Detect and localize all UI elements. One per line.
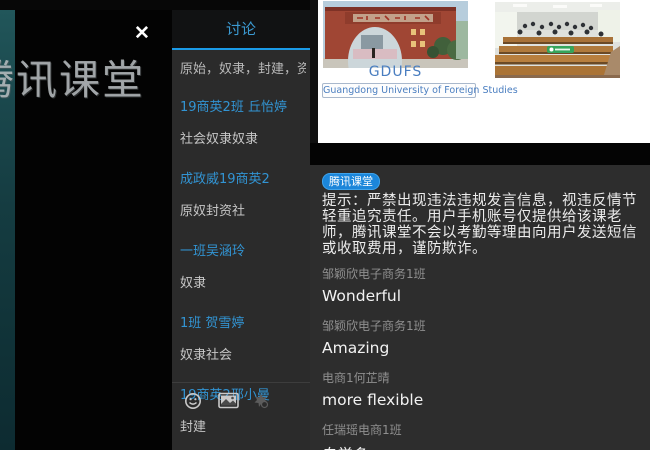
university-name-box: Guangdong University of Foreign Studies: [322, 83, 476, 98]
truncated-message: 原始，奴隶，封建，资本，: [180, 58, 306, 77]
flower-icon: [252, 392, 272, 410]
message-username: 19商英2班 丘怡婷: [180, 96, 310, 115]
chat-feed[interactable]: 腾讯课堂 提示：严禁出现违法违规发言信息，视违反情节轻重追究责任。用户手机账号仅…: [310, 165, 650, 450]
region-divider: [310, 0, 318, 143]
discussion-message: 成政威19商英2 原奴封资社: [180, 168, 310, 219]
system-badge: 腾讯课堂: [322, 173, 380, 190]
emoji-icon[interactable]: [184, 392, 204, 410]
shared-slide: GDUFS Guangdong University of Foreign St…: [318, 0, 650, 143]
close-icon[interactable]: ✕: [131, 23, 153, 45]
discussion-message: 19商英2班 丘怡婷 社会奴隶奴隶: [180, 96, 310, 147]
chat-message: 邹颖欣电子商务1班 Wonderful: [322, 265, 640, 305]
slide-title: GDUFS: [323, 64, 468, 80]
chat-text: Wonderful: [322, 287, 640, 305]
top-bar: [0, 0, 310, 10]
watermark-text: 腾讯课堂: [0, 46, 145, 106]
message-text: 封建: [180, 416, 310, 435]
chat-text: Amazing: [322, 339, 640, 357]
photo-watermark: [547, 46, 574, 53]
message-text: 奴隶: [180, 272, 310, 291]
message-username: 一班吴涵玲: [180, 240, 310, 259]
university-gate-image: [323, 1, 468, 68]
chat-message: 邹颖欣电子商务1班 Amazing: [322, 317, 640, 357]
message-toolbar: [172, 382, 310, 410]
chat-text: more flexible: [322, 391, 640, 409]
message-text: 奴隶社会: [180, 344, 310, 363]
image-icon[interactable]: [218, 392, 238, 410]
discussion-message: 一班吴涵玲 奴隶: [180, 240, 310, 291]
chat-username: 邹颖欣电子商务1班: [322, 317, 640, 334]
discussion-message: 1班 贺雪婷 奴隶社会: [180, 312, 310, 363]
message-username: 1班 贺雪婷: [180, 312, 310, 331]
chat-message: 电商1何芷晴 more flexible: [322, 369, 640, 409]
system-notice: 提示：严禁出现违法违规发言信息，视违反情节轻重追究责任。用户手机账号仅提供给该课…: [322, 193, 644, 257]
tab-discussion[interactable]: 讨论: [172, 10, 310, 50]
chat-text: 自学多: [322, 443, 640, 450]
message-username: 成政威19商英2: [180, 168, 310, 187]
video-letterbox: [310, 143, 650, 165]
chat-message: 任瑞瑶电商1班 自学多: [322, 421, 640, 450]
content-region: GDUFS Guangdong University of Foreign St…: [310, 0, 650, 450]
classroom-image: [495, 2, 620, 78]
message-text: 原奴封资社: [180, 200, 310, 219]
video-area: 腾讯课堂 ✕: [0, 0, 172, 450]
discussion-panel: 讨论 原始，奴隶，封建，资本， 19商英2班 丘怡婷 社会奴隶奴隶 成政威19商…: [172, 10, 310, 450]
chat-username: 任瑞瑶电商1班: [322, 421, 640, 438]
message-text: 社会奴隶奴隶: [180, 128, 310, 147]
chat-username: 电商1何芷晴: [322, 369, 640, 386]
chat-username: 邹颖欣电子商务1班: [322, 265, 640, 282]
